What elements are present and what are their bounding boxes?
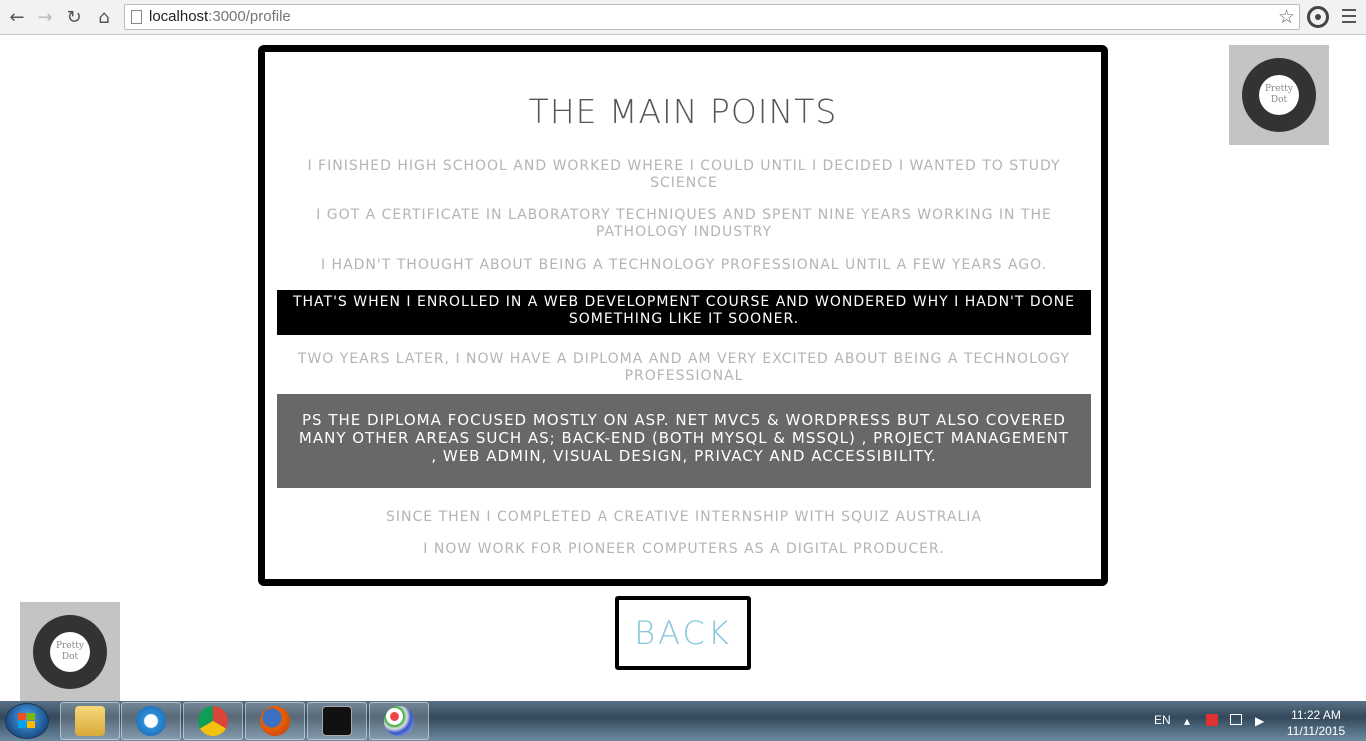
back-arrow-icon[interactable]: ← (6, 6, 28, 28)
show-hidden-icons-icon[interactable]: ▴ (1184, 714, 1198, 728)
taskbar-paint[interactable] (369, 702, 429, 740)
dot-ring: Pretty Dot (1242, 58, 1316, 132)
paragraph: I HADN'T THOUGHT ABOUT BEING A TECHNOLOG… (320, 257, 1048, 273)
system-clock[interactable]: 11:22 AM 11/11/2015 (1276, 707, 1356, 739)
bookmark-star-icon[interactable]: ☆ (1278, 6, 1295, 28)
clock-date: 11/11/2015 (1286, 724, 1346, 738)
paragraph: I FINISHED HIGH SCHOOL AND WORKED WHERE … (307, 158, 1061, 191)
reload-icon[interactable]: ↻ (63, 6, 85, 28)
address-bar[interactable]: localhost:3000/profile ☆ (124, 4, 1300, 30)
taskbar-explorer[interactable] (60, 702, 120, 740)
taskbar: EN ▴ ▶ 11:22 AM 11/11/2015 (0, 701, 1366, 741)
paragraph: SINCE THEN I COMPLETED A CREATIVE INTERN… (386, 509, 982, 525)
extension-icon[interactable] (1307, 6, 1329, 28)
pretty-dot-widget[interactable]: Pretty Dot (20, 602, 120, 702)
ps-note-paragraph: PS THE DIPLOMA FOCUSED MOSTLY ON ASP. NE… (277, 394, 1091, 488)
language-indicator[interactable]: EN (1154, 713, 1171, 727)
page-icon (131, 10, 142, 24)
paint-icon (384, 706, 414, 736)
browser-toolbar: ← → ↻ ⌂ localhost:3000/profile ☆ (0, 0, 1366, 35)
paragraph: I NOW WORK FOR PIONEER COMPUTERS AS A DI… (423, 541, 945, 557)
paragraph: I GOT A CERTIFICATE IN LABORATORY TECHNI… (316, 207, 1052, 240)
taskbar-chrome[interactable] (183, 702, 243, 740)
dot-label: Pretty Dot (1259, 75, 1299, 115)
taskbar-ie[interactable] (121, 702, 181, 740)
page-title: THE MAIN POINTS (528, 92, 838, 131)
folder-icon (75, 706, 105, 736)
volume-icon[interactable]: ▶ (1255, 714, 1269, 728)
taskbar-cmd[interactable] (307, 702, 367, 740)
pretty-dot-widget[interactable]: Pretty Dot (1229, 45, 1329, 145)
chrome-icon (198, 706, 228, 736)
dot-label: Pretty Dot (50, 632, 90, 672)
highlighted-paragraph: THAT'S WHEN I ENROLLED IN A WEB DEVELOPM… (277, 290, 1091, 335)
url-text: localhost:3000/profile (149, 8, 291, 25)
main-points-card: THE MAIN POINTS I FINISHED HIGH SCHOOL A… (258, 45, 1108, 586)
forward-arrow-icon[interactable]: → (34, 6, 56, 28)
command-prompt-icon (322, 706, 352, 736)
action-center-icon[interactable] (1206, 714, 1218, 726)
windows-logo-icon (18, 713, 36, 729)
menu-icon[interactable] (1342, 9, 1356, 27)
firefox-icon (260, 706, 290, 736)
paragraph: TWO YEARS LATER, I NOW HAVE A DIPLOMA AN… (297, 351, 1071, 384)
clock-time: 11:22 AM (1291, 708, 1341, 722)
taskbar-firefox[interactable] (245, 702, 305, 740)
home-icon[interactable]: ⌂ (93, 6, 115, 28)
back-button[interactable]: BACK (615, 596, 751, 670)
start-button[interactable] (5, 703, 49, 739)
dot-ring: Pretty Dot (33, 615, 107, 689)
ie-icon (136, 706, 166, 736)
network-icon[interactable] (1230, 714, 1242, 725)
